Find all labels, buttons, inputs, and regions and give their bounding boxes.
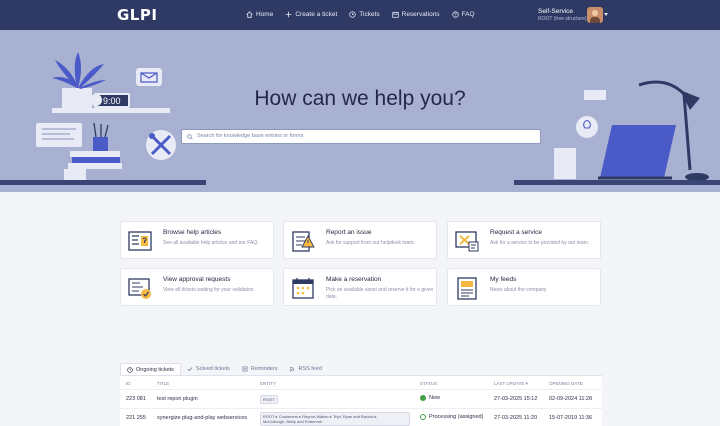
main-nav: Home Create a ticket Tickets Reservation…	[246, 11, 475, 18]
search-placeholder: Search for knowledge base entries or for…	[197, 133, 304, 139]
ticket-tabs: Ongoing tickets Solved tickets Reminders…	[120, 363, 328, 375]
row-id: 223 081	[126, 396, 146, 402]
report-issue-icon	[292, 231, 315, 252]
card-request-service-title: Request a service	[490, 229, 543, 236]
card-browse-help[interactable]: Browse help articles See all available h…	[120, 221, 274, 259]
clock-icon	[127, 366, 133, 373]
card-browse-help-title: Browse help articles	[163, 229, 222, 236]
knowledge-search-input[interactable]: Search for knowledge base entries or for…	[181, 129, 541, 144]
col-last-update-label: LAST UPDATE	[494, 381, 525, 386]
nav-home-label: Home	[256, 11, 274, 18]
row-last-update: 27-03-2025 11:20	[494, 415, 538, 421]
tab-rss-feed[interactable]: RSS feed	[283, 363, 328, 375]
col-opening-date[interactable]: OPENING DATE	[549, 381, 583, 386]
tab-solved-tickets[interactable]: Solved tickets	[181, 363, 236, 375]
tab-ongoing-label: Ongoing tickets	[136, 366, 174, 373]
card-report-issue-title: Report an issue	[326, 229, 372, 236]
card-my-feeds[interactable]: My feeds News about the company	[447, 268, 601, 306]
home-icon	[246, 11, 253, 18]
tab-reminders-label: Reminders	[250, 366, 278, 372]
col-last-update[interactable]: LAST UPDATE ▾	[494, 381, 528, 387]
card-report-issue[interactable]: Report an issue Ask for support from our…	[283, 221, 437, 259]
card-my-feeds-desc: News about the company	[490, 287, 547, 293]
top-navbar: GLPI Home Create a ticket Tickets Reserv…	[0, 0, 720, 30]
col-status[interactable]: STATUS	[420, 381, 437, 386]
row-opening-date: 15-07-2019 11:36	[549, 415, 593, 421]
table-row[interactable]: 221 255 synergize plug-and-play webservi…	[120, 408, 602, 426]
help-icon	[451, 11, 459, 18]
table-header: ID TITLE ENTITY STATUS LAST UPDATE ▾ OPE…	[120, 376, 602, 388]
nav-reservations[interactable]: Reservations	[391, 11, 440, 18]
hero-title: How can we help you?	[254, 87, 466, 110]
card-request-service-desc: Ask for a service to be provided by our …	[490, 240, 590, 246]
row-opening-date: 02-09-2024 11:28	[549, 396, 593, 402]
profile-name: Self-Service	[538, 8, 574, 15]
table-row[interactable]: 223 081 test repon plugin ROOT New 27-03…	[120, 389, 602, 408]
plus-icon	[286, 11, 292, 18]
card-make-reservation[interactable]: Make a reservation Pick an available ass…	[283, 268, 437, 306]
nav-faq[interactable]: FAQ	[451, 11, 475, 18]
profile-entity: ROOT (tree structure)	[538, 16, 587, 22]
row-last-update: 27-03-2025 15:12	[494, 396, 538, 402]
reservation-icon	[292, 278, 314, 299]
card-make-reservation-desc: Pick an available asset and reserve it f…	[326, 287, 434, 300]
status-badge: Processing (assigned)	[420, 414, 483, 420]
col-entity[interactable]: ENTITY	[260, 381, 276, 386]
row-id: 221 255	[126, 415, 146, 421]
card-browse-help-desc: See all available help articles and our …	[163, 240, 259, 246]
card-request-service[interactable]: Request a service Ask for a service to b…	[447, 221, 601, 259]
card-my-feeds-title: My feeds	[490, 276, 517, 283]
nav-create-ticket-label: Create a ticket	[295, 11, 338, 18]
card-view-approval-desc: View all tickets waiting for your valida…	[163, 287, 255, 293]
status-new-icon	[420, 395, 426, 401]
hero-illustration: 9:00	[0, 52, 720, 185]
nav-home[interactable]: Home	[246, 11, 273, 18]
hero-banner: 9:00 How can we help you? Search for kno…	[0, 30, 720, 192]
approval-icon	[128, 278, 151, 299]
card-view-approval-title: View approval requests	[163, 276, 231, 283]
nav-create-ticket[interactable]: Create a ticket	[285, 11, 337, 18]
nav-reservations-label: Reservations	[401, 11, 440, 18]
tab-solved-label: Solved tickets	[195, 366, 230, 372]
profile-info[interactable]: Self-Service ROOT (tree structure)	[538, 8, 587, 22]
entity-badge: ROOT	[260, 395, 278, 404]
clock-icon	[349, 11, 356, 18]
feeds-icon	[457, 277, 477, 300]
entity-badge: ROOT ▸ Customers ▸ Reynor-Walker ▸ Tripl…	[260, 412, 410, 426]
rss-icon	[290, 366, 295, 372]
col-id[interactable]: ID	[126, 381, 131, 386]
status-badge: New	[420, 395, 440, 401]
row-title[interactable]: test repon plugin	[157, 396, 198, 402]
card-make-reservation-title: Make a reservation	[326, 276, 382, 283]
card-view-approval[interactable]: View approval requests View all tickets …	[120, 268, 274, 306]
chevron-down-icon[interactable]	[604, 13, 608, 16]
sort-desc-icon: ▾	[525, 381, 528, 386]
request-service-icon	[455, 231, 479, 252]
note-icon	[242, 366, 248, 372]
search-icon	[187, 134, 193, 140]
check-icon	[187, 367, 193, 372]
tab-ongoing-tickets[interactable]: Ongoing tickets	[120, 363, 181, 375]
nav-tickets[interactable]: Tickets	[349, 11, 380, 18]
nav-faq-label: FAQ	[461, 11, 475, 18]
glpi-logo[interactable]: GLPI	[117, 6, 157, 24]
col-title[interactable]: TITLE	[157, 381, 169, 386]
tab-reminders[interactable]: Reminders	[236, 363, 284, 375]
tickets-table: ID TITLE ENTITY STATUS LAST UPDATE ▾ OPE…	[120, 375, 602, 426]
help-articles-icon	[128, 231, 152, 251]
status-processing-icon	[420, 414, 426, 420]
status-label: Processing (assigned)	[429, 414, 484, 420]
status-label: New	[429, 395, 441, 401]
calendar-icon	[391, 11, 399, 18]
row-title[interactable]: synergize plug-and-play webservices	[157, 415, 247, 421]
nav-tickets-label: Tickets	[359, 11, 380, 18]
card-report-issue-desc: Ask for support from our helpdesk team.	[326, 240, 415, 246]
entity-path-line2: McCullough, Beilly and Entrenmh	[263, 419, 323, 424]
avatar[interactable]	[587, 7, 603, 23]
tab-rss-label: RSS feed	[298, 366, 322, 372]
